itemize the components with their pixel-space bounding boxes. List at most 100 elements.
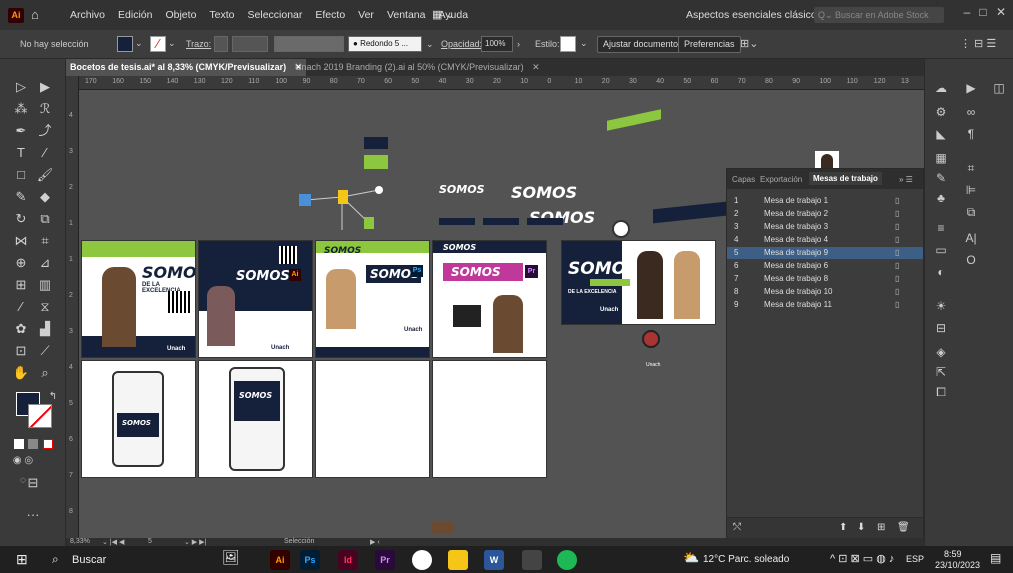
artboard-options-icon[interactable]: ▯ xyxy=(895,273,899,285)
clock-date[interactable]: 23/10/2023 xyxy=(935,560,980,570)
menu-seleccionar[interactable]: Seleccionar xyxy=(248,9,303,21)
menu-ver[interactable]: Ver xyxy=(358,9,374,21)
artboard-5[interactable]: SOMOS DE LA EXCELENCIA Unach xyxy=(561,240,716,325)
selection-tool-icon[interactable]: ▷ xyxy=(10,77,32,97)
move-down-icon[interactable]: ⬇ xyxy=(857,522,865,533)
opacity-field[interactable]: 100% xyxy=(481,36,513,52)
artboard-1[interactable]: SOMOS DE LA EXCELENCIA Unach xyxy=(81,240,196,358)
paintbrush-tool-icon[interactable]: 🖌 xyxy=(34,165,56,185)
stroke-dropdown-icon[interactable]: ⌄ xyxy=(168,38,176,49)
artboard-row-selected[interactable]: 5 Mesa de trabajo 9 ▯ xyxy=(727,247,923,259)
delete-artboard-icon[interactable]: 🗑 xyxy=(897,522,910,533)
type-tool-icon[interactable]: T xyxy=(10,143,32,163)
menu-edicion[interactable]: Edición xyxy=(118,9,152,21)
align-icon[interactable]: ⊫ xyxy=(961,181,981,199)
artboard-options-icon[interactable]: ▯ xyxy=(895,299,899,311)
symbols-icon[interactable]: ♣ xyxy=(931,189,951,207)
style-swatch[interactable] xyxy=(560,36,576,52)
move-up-icon[interactable]: ⬆ xyxy=(839,522,847,533)
scale-tool-icon[interactable]: ⧉ xyxy=(34,209,56,229)
zoom-tool-icon[interactable]: ⌕ xyxy=(34,363,56,383)
app-icon[interactable] xyxy=(522,550,542,570)
new-artboard-icon[interactable]: ⊞ xyxy=(877,522,885,533)
artboard-options-icon[interactable]: ▯ xyxy=(895,286,899,298)
graphic-styles-icon[interactable]: ⊟ xyxy=(931,319,951,337)
artboard-tool-icon[interactable]: ⊡ xyxy=(10,341,32,361)
image-trace-icon[interactable]: ◣ xyxy=(931,125,951,143)
transparency-icon[interactable]: ◐ xyxy=(931,263,951,281)
artboard-options-icon[interactable]: ▯ xyxy=(895,260,899,272)
menu-archivo[interactable]: Archivo xyxy=(70,9,105,21)
stroke-icon[interactable]: ≡ xyxy=(931,219,951,237)
eyedropper-tool-icon[interactable]: ⁄ xyxy=(10,297,32,317)
none-mode-icon[interactable] xyxy=(42,439,53,449)
appearance-icon[interactable]: ☀ xyxy=(931,297,951,315)
workspace-switcher[interactable]: Aspectos esenciales clásicos ⌄ xyxy=(686,9,834,21)
stock-search-input[interactable]: Q⌄ Buscar en Adobe Stock xyxy=(814,7,944,23)
layers-icon[interactable]: ◈ xyxy=(931,343,951,361)
perspective-grid-tool-icon[interactable]: ⊿ xyxy=(34,253,56,273)
clock-time[interactable]: 8:59 xyxy=(944,549,962,559)
artboard-row[interactable]: 1 Mesa de trabajo 1 ▯ xyxy=(727,195,923,207)
variable-width-profile[interactable] xyxy=(274,36,344,52)
draw-mode-icon[interactable]: ◉ ◎ ◌ xyxy=(12,451,34,486)
artboard-row[interactable]: 7 Mesa de trabajo 8 ▯ xyxy=(727,273,923,285)
artboard-number[interactable]: 5 xyxy=(148,538,152,545)
artboard-2[interactable]: SOMOS Ai Unach xyxy=(198,240,313,358)
slice-tool-icon[interactable]: ⟋ xyxy=(34,341,56,361)
artboard-row[interactable]: 2 Mesa de trabajo 2 ▯ xyxy=(727,208,923,220)
play-icon[interactable]: ▶ xyxy=(961,79,981,97)
stroke-label[interactable]: Trazo: xyxy=(186,39,211,49)
artboards-icon[interactable]: ⧠ xyxy=(931,383,951,401)
system-tray-icons[interactable]: ^ ⊡ ⊠ ▭ ◍ ♪ xyxy=(830,552,894,565)
tab-exportacion[interactable]: Exportación xyxy=(760,175,802,184)
mesh-tool-icon[interactable]: ⊞ xyxy=(10,275,32,295)
artboard-7[interactable]: SOMOS xyxy=(198,360,313,478)
indesign-app-icon[interactable]: Id xyxy=(338,550,358,570)
artboard-6[interactable]: SOMOS xyxy=(81,360,196,478)
opacity-label[interactable]: Opacidad: xyxy=(441,39,482,49)
artboard-options-icon[interactable]: ▯ xyxy=(895,234,899,246)
character-icon[interactable]: A| xyxy=(961,229,981,247)
tab-bocetos[interactable]: Bocetos de tesis.ai* al 8,33% (CMYK/Prev… xyxy=(66,59,307,76)
menu-efecto[interactable]: Efecto xyxy=(315,9,345,21)
artboard-row[interactable]: 6 Mesa de trabajo 6 ▯ xyxy=(727,260,923,272)
windows-start-icon[interactable]: ⊞ xyxy=(16,551,28,568)
export-icon[interactable]: ⇱ xyxy=(931,363,951,381)
close-button[interactable]: ✕ xyxy=(990,2,1012,22)
pen-tool-icon[interactable]: ✒ xyxy=(10,121,32,141)
shape-builder-tool-icon[interactable]: ⊕ xyxy=(10,253,32,273)
artboard-row[interactable]: 4 Mesa de trabajo 4 ▯ xyxy=(727,234,923,246)
search-icon[interactable]: ⌕ xyxy=(52,552,59,567)
widgets-icon[interactable]: 🖼 xyxy=(222,549,240,566)
pathfinder-icon[interactable]: ⧉ xyxy=(961,203,981,221)
width-tool-icon[interactable]: ⋈ xyxy=(10,231,32,251)
stroke-swatch[interactable]: ∕ xyxy=(150,36,166,52)
artboard-nav-next-icon[interactable]: ⌄ ▶ ▶| xyxy=(184,538,206,546)
swap-fill-stroke-icon[interactable]: ↰ xyxy=(42,387,64,407)
glyphs-icon[interactable]: ⌗ xyxy=(961,159,981,177)
artboard-row[interactable]: 8 Mesa de trabajo 10 ▯ xyxy=(727,286,923,298)
panel-options-icon[interactable]: ⋮ ⊟ ☰ xyxy=(960,37,996,50)
artboard-4[interactable]: SOMOS SOMOS Pr xyxy=(432,240,547,358)
panel-menu-icon[interactable]: » ☰ xyxy=(899,175,913,184)
menu-texto[interactable]: Texto xyxy=(209,9,234,21)
fill-dropdown-icon[interactable]: ⌄ xyxy=(135,38,143,49)
hand-tool-icon[interactable]: ✋ xyxy=(10,363,32,383)
direct-selection-tool-icon[interactable]: ▶ xyxy=(34,77,56,97)
tab-capas[interactable]: Capas xyxy=(732,175,755,184)
rotate-tool-icon[interactable]: ↻ xyxy=(10,209,32,229)
links-icon[interactable]: ∞ xyxy=(961,103,981,121)
file-explorer-icon[interactable] xyxy=(448,550,468,570)
artboard-3[interactable]: SOMOS SOMOS Ps Unach xyxy=(315,240,430,358)
menu-ventana[interactable]: Ventana xyxy=(387,9,426,21)
home-icon[interactable]: ⌂ xyxy=(31,7,39,22)
magic-wand-tool-icon[interactable]: ⁂ xyxy=(10,99,32,119)
gradient-tool-icon[interactable]: ▥ xyxy=(34,275,56,295)
brush-dropdown-icon[interactable]: ⌄ xyxy=(426,39,434,50)
brush-select[interactable]: ● Redondo 5 ... xyxy=(348,36,422,52)
rectangle-tool-icon[interactable]: □ xyxy=(10,165,32,185)
notifications-icon[interactable]: ▤ xyxy=(990,551,1001,565)
preferences-button[interactable]: Preferencias xyxy=(678,36,741,53)
more-tools-icon[interactable]: ··· xyxy=(22,505,44,525)
